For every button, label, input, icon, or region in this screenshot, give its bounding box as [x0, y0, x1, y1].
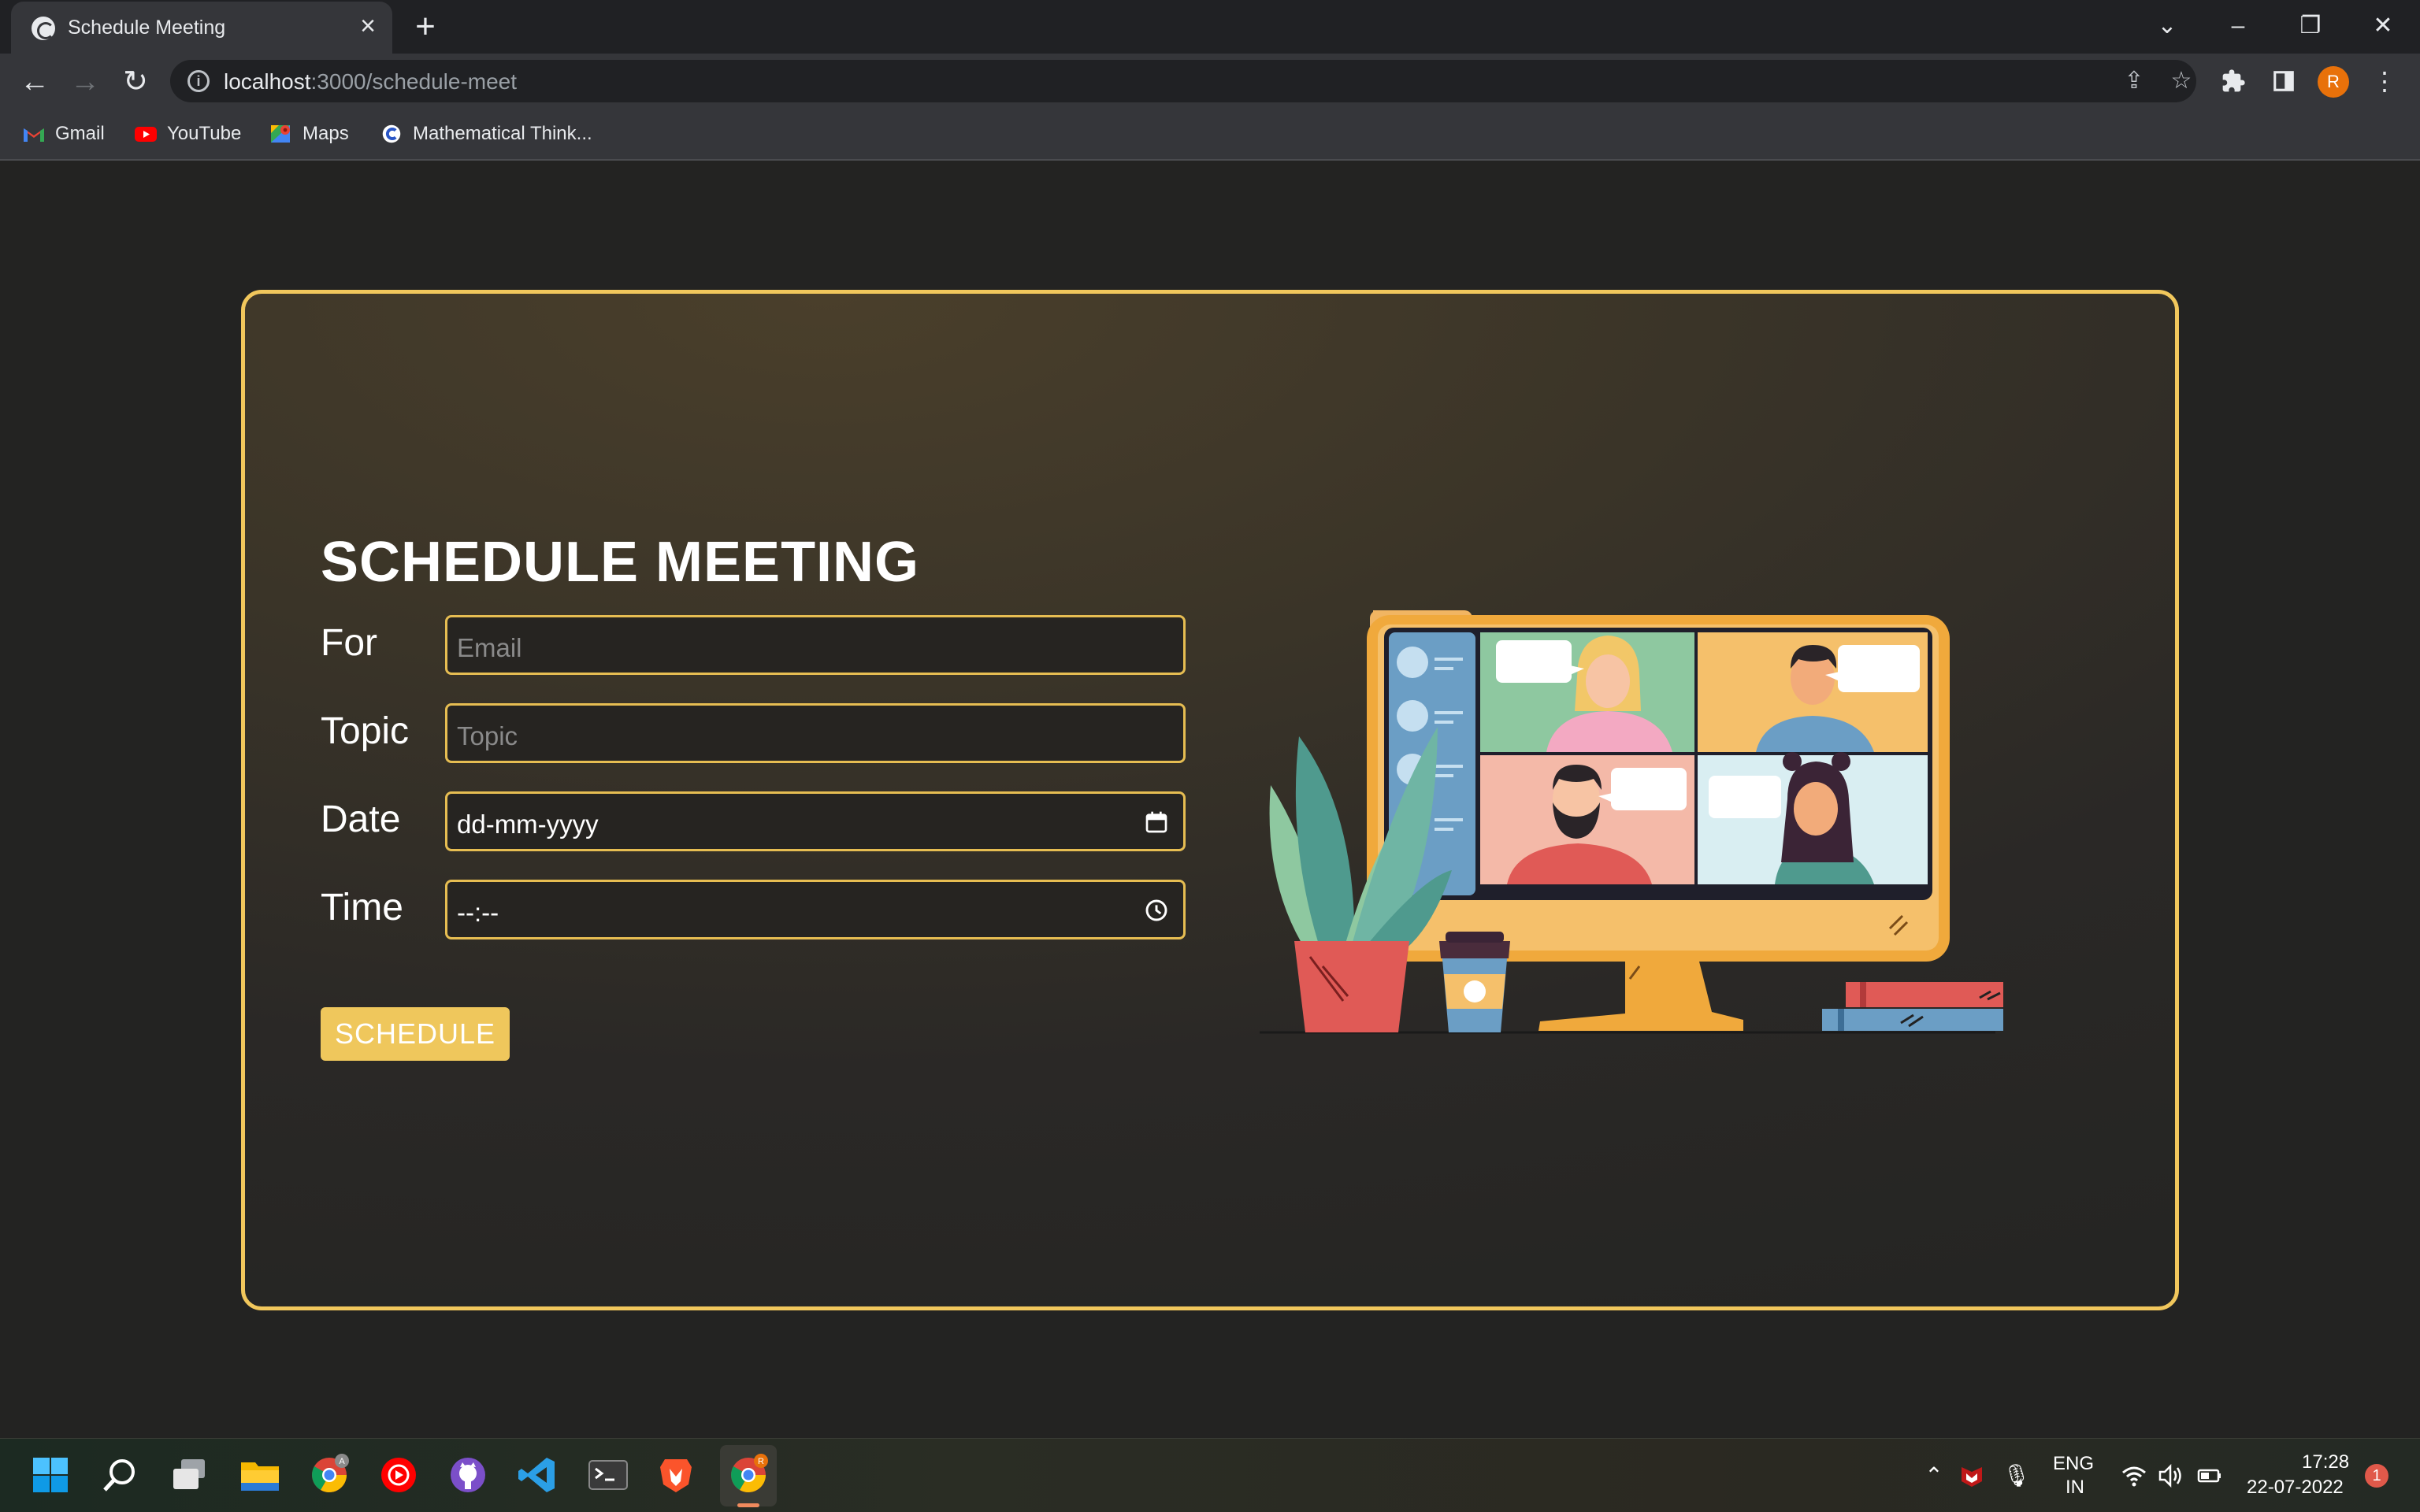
close-window-button[interactable]: ✕	[2363, 6, 2403, 46]
time-label: Time	[321, 887, 403, 928]
clock-time[interactable]: 17:28	[2302, 1451, 2349, 1473]
topic-label: Topic	[321, 710, 410, 752]
tab-search-icon[interactable]: ⌄	[2147, 6, 2187, 46]
search-icon[interactable]	[98, 1453, 142, 1497]
restore-button[interactable]: ❐	[2291, 6, 2330, 46]
new-tab-button[interactable]: +	[408, 9, 443, 44]
date-value: dd-mm-yyyy	[457, 810, 599, 839]
clock-icon[interactable]	[1144, 898, 1169, 923]
reload-button[interactable]: ↻	[118, 65, 153, 99]
coursera-icon	[382, 124, 401, 143]
globe-icon	[32, 17, 55, 40]
microphone-icon[interactable]: 🎙	[2002, 1462, 2031, 1489]
brave-icon[interactable]	[654, 1453, 698, 1497]
gmail-icon	[24, 128, 44, 142]
svg-text:A: A	[339, 1457, 345, 1466]
language-region: IN	[2066, 1477, 2084, 1498]
taskbar: A R ⌃ 🎙 ENG IN 17:28 22-07-2022 1	[0, 1438, 2420, 1512]
topic-placeholder: Topic	[457, 721, 518, 750]
clock-date[interactable]: 22-07-2022	[2247, 1477, 2344, 1499]
close-tab-icon[interactable]: ×	[354, 13, 381, 39]
github-icon[interactable]	[446, 1453, 490, 1497]
youtube-icon	[135, 127, 157, 142]
mcafee-icon[interactable]	[1958, 1462, 1985, 1489]
bookmark-maps[interactable]: Maps	[269, 120, 349, 148]
video-meeting-illustration	[1260, 610, 2003, 1034]
language-indicator[interactable]: ENG	[2053, 1453, 2094, 1475]
vscode-icon[interactable]	[515, 1453, 559, 1497]
schedule-card: SCHEDULE MEETING For Email Topic Topic D…	[241, 290, 2179, 1310]
time-field[interactable]: --:--	[445, 880, 1186, 939]
back-button[interactable]: ←	[17, 65, 52, 99]
svg-text:R: R	[758, 1457, 764, 1466]
active-app-indicator	[737, 1503, 759, 1507]
date-field[interactable]: dd-mm-yyyy	[445, 791, 1186, 851]
site-info-icon[interactable]: i	[187, 70, 210, 92]
minimize-button[interactable]: –	[2218, 6, 2258, 46]
browser-tab[interactable]: Schedule Meeting ×	[11, 2, 392, 54]
bookmarks-bar: Gmail YouTube Maps Mathematical Think...	[0, 109, 2420, 161]
task-view-icon[interactable]	[167, 1453, 211, 1497]
schedule-button[interactable]: SCHEDULE	[321, 1007, 510, 1061]
bookmark-gmail[interactable]: Gmail	[22, 120, 105, 148]
browser-titlebar: Schedule Meeting × + ⌄ – ❐ ✕	[0, 0, 2420, 54]
browser-toolbar: ← → ↻ i localhost:3000/schedule-meet ⇪ ☆…	[0, 54, 2420, 109]
bookmark-youtube[interactable]: YouTube	[134, 120, 241, 148]
show-hidden-icons-icon[interactable]: ⌃	[1921, 1462, 1947, 1489]
terminal-icon[interactable]	[586, 1453, 630, 1497]
chrome-icon[interactable]: A	[307, 1453, 351, 1497]
email-placeholder: Email	[457, 633, 522, 662]
page-content: SCHEDULE MEETING For Email Topic Topic D…	[0, 161, 2420, 1438]
file-explorer-icon[interactable]	[238, 1453, 282, 1497]
page-title: SCHEDULE MEETING	[321, 531, 920, 594]
windows-start-icon[interactable]	[28, 1453, 72, 1497]
wifi-icon[interactable]	[2121, 1462, 2147, 1489]
calendar-icon[interactable]	[1144, 810, 1169, 835]
date-label: Date	[321, 799, 401, 840]
volume-icon[interactable]	[2157, 1462, 2184, 1489]
menu-icon[interactable]: ⋮	[2368, 65, 2401, 98]
email-field[interactable]: Email	[445, 615, 1186, 675]
bookmark-star-icon[interactable]: ☆	[2168, 68, 2195, 94]
tab-title: Schedule Meeting	[68, 17, 226, 39]
maps-icon	[271, 125, 290, 143]
extensions-icon[interactable]	[2217, 65, 2250, 98]
time-value: --:--	[457, 898, 499, 927]
battery-icon[interactable]	[2196, 1462, 2223, 1489]
topic-field[interactable]: Topic	[445, 703, 1186, 763]
forward-button[interactable]: →	[68, 65, 102, 99]
youtube-music-icon[interactable]	[377, 1453, 421, 1497]
address-bar[interactable]: i localhost:3000/schedule-meet ⇪ ☆	[170, 60, 2196, 102]
profile-avatar[interactable]: R	[2318, 66, 2349, 98]
share-icon[interactable]: ⇪	[2121, 68, 2147, 94]
bookmark-mathematical-thinking[interactable]: Mathematical Think...	[380, 120, 592, 148]
for-label: For	[321, 622, 377, 664]
chrome-profile-icon[interactable]: R	[726, 1453, 770, 1497]
notification-badge[interactable]: 1	[2365, 1464, 2388, 1488]
side-panel-icon[interactable]	[2267, 65, 2300, 98]
url-text[interactable]: localhost:3000/schedule-meet	[224, 69, 517, 94]
